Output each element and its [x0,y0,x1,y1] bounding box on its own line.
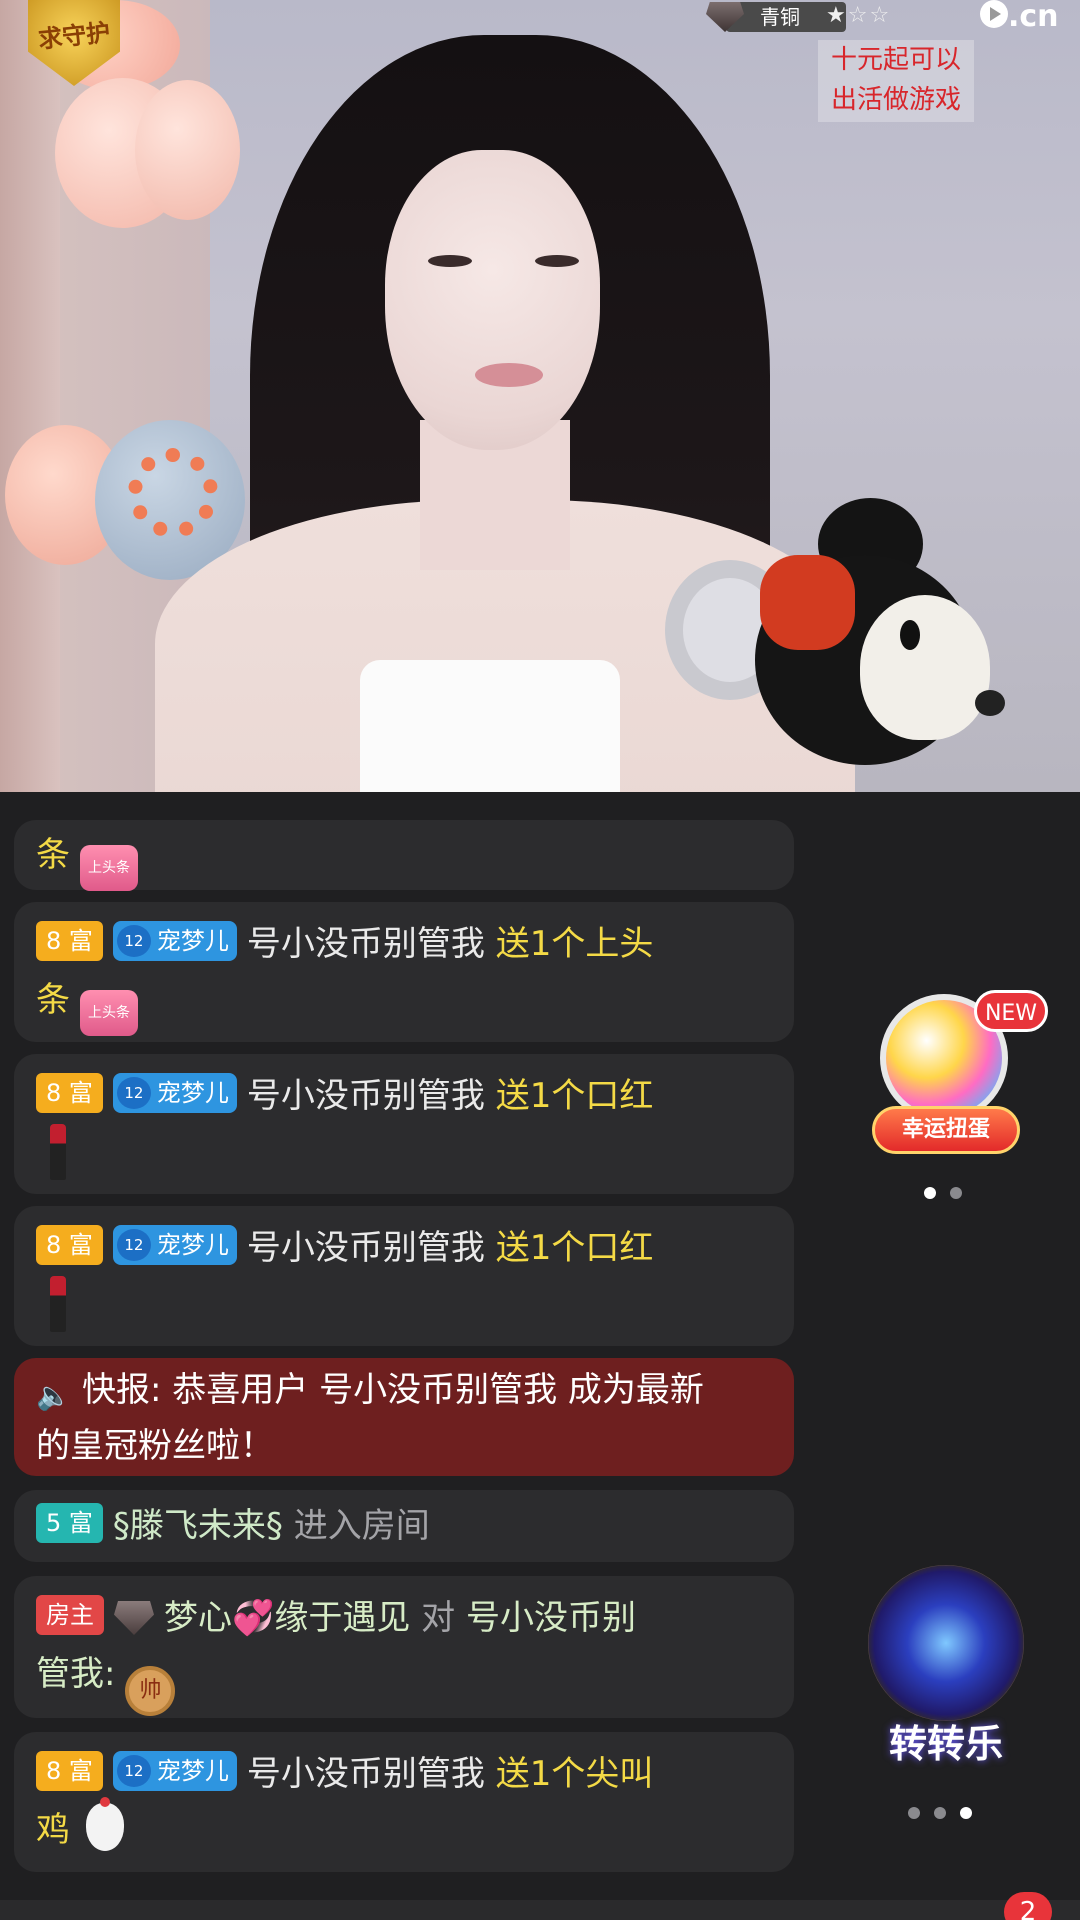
play-logo-icon [980,0,1008,28]
target-user[interactable]: 号小没币别 [466,1598,636,1638]
fan-club-name: 宠梦儿 [156,1231,229,1259]
logo-text: .cn [1008,0,1059,34]
widget-pager[interactable] [908,1804,986,1819]
chess-piece-icon: 帅 [125,1666,176,1716]
flower-decoration [128,448,218,538]
wealth-badge: 8 富 [36,1073,103,1113]
chat-message: 8 富 12 宠梦儿 号小没币别管我 送1个口红 [14,1206,794,1346]
new-badge: NEW [974,990,1048,1032]
pager-dot[interactable] [924,1187,936,1199]
fan-level-heart-icon: 12 [116,1229,151,1261]
chicken-icon [86,1797,124,1851]
wealth-badge: 5 富 [36,1503,103,1543]
system-text: 进入房间 [293,1506,430,1546]
target-user-cont[interactable]: 管我: [36,1654,115,1694]
fan-club-name: 宠梦儿 [156,927,229,955]
message-text: 条 [36,835,70,875]
chat-message: 房主 梦心💞缘于遇见 对 号小没币别 管我: 帅 [14,1576,794,1718]
plush-nose [975,690,1005,716]
bottom-toolbar [0,1900,1080,1920]
chat-message: 5 富 §滕飞未来§ 进入房间 [14,1490,794,1562]
gift-action: 送1个口红 [495,1228,654,1268]
wealth-badge: 8 富 [36,921,103,961]
rank-indicator[interactable]: 青铜 ★☆☆ [706,0,914,36]
promo-line: 十元起可以 [830,45,961,75]
streamer-lips [475,363,543,387]
wheel-icon [868,1565,1024,1721]
video-player[interactable]: 求守护 青铜 ★☆☆ .cn 十元起可以 出活做游戏 [0,0,1080,792]
username[interactable]: §滕飞未来§ [113,1506,283,1546]
sparkle-heart-icon: 💞 [232,1598,275,1638]
username[interactable]: 号小没币别管我 [247,924,485,964]
spin-wheel-widget[interactable]: 转转乐 [862,1555,1030,1766]
fan-level-heart-icon: 12 [116,1077,151,1109]
lucky-egg-widget[interactable]: NEW 幸运扭蛋 [872,990,1048,1170]
pager-dot[interactable] [934,1807,946,1819]
chat-message: 8 富 12 宠梦儿 号小没币别管我 送1个上头 条上头条 [14,902,794,1042]
lipstick-icon [50,1124,66,1180]
rank-badge-icon [114,1601,154,1635]
news-prefix: 快报: [82,1370,162,1410]
plush-bow [760,555,855,650]
username[interactable]: 号小没币别管我 [247,1754,485,1794]
owner-badge: 房主 [36,1595,104,1635]
fan-club-name: 宠梦儿 [156,1079,229,1107]
lipstick-icon [50,1276,66,1332]
headline-gift-icon: 上头条 [80,845,138,891]
speaker-icon: 🔈 [36,1379,71,1412]
username[interactable]: 号小没币别管我 [247,1228,485,1268]
username[interactable]: 号小没币别管我 [247,1076,485,1116]
news-text: 恭喜用户 号小没币别管我 成为最新 [172,1370,704,1410]
verb-text: 对 [421,1598,456,1638]
pager-dot[interactable] [908,1807,920,1819]
gift-action: 送1个尖叫 [495,1754,654,1794]
fan-club-badge: 12 宠梦儿 [112,1225,237,1265]
fan-club-name: 宠梦儿 [156,1757,229,1785]
promo-line: 出活做游戏 [830,85,961,115]
headline-gift-icon: 上头条 [80,990,138,1036]
chat-message: 条上头条 [14,820,794,891]
gift-action: 送1个口红 [495,1076,654,1116]
fan-club-badge: 12 宠梦儿 [112,1751,237,1791]
gift-action-cont: 鸡 [36,1810,70,1850]
pager-dot[interactable] [950,1187,962,1199]
chat-message: 8 富 12 宠梦儿 号小没币别管我 送1个口红 [14,1054,794,1194]
streamer-eye [428,255,472,267]
gift-action-cont: 条 [36,980,70,1020]
streamer-eye [535,255,579,267]
wealth-badge: 8 富 [36,1751,103,1791]
wheel-label: 转转乐 [888,1722,1003,1766]
rank-stars: ★☆☆ [826,3,892,28]
curtain [0,0,60,792]
plush-eye [900,620,920,650]
promo-sign: 十元起可以 出活做游戏 [818,40,974,122]
pager-dot[interactable] [960,1807,972,1819]
username[interactable]: 梦心 [164,1598,232,1638]
plush-face [860,595,990,740]
wealth-badge: 8 富 [36,1225,103,1265]
widget-pager[interactable] [924,1184,976,1199]
watermark-logo: .cn [980,0,1059,34]
fan-level-heart-icon: 12 [116,925,151,957]
news-flash-message: 🔈 快报: 恭喜用户 号小没币别管我 成为最新 的皇冠粉丝啦！ [14,1358,794,1476]
notification-badge[interactable]: 2 [1004,1892,1052,1920]
balloon [135,80,240,220]
fan-club-badge: 12 宠梦儿 [112,1073,237,1113]
chat-list[interactable]: 条上头条 8 富 12 宠梦儿 号小没币别管我 送1个上头 条上头条 8 富 12 宠梦儿… [14,792,794,1920]
fan-level-heart-icon: 12 [116,1755,151,1787]
streamer-top [360,660,620,792]
chat-message: 8 富 12 宠梦儿 号小没币别管我 送1个尖叫 鸡 [14,1732,794,1872]
gift-action: 送1个上头 [495,924,654,964]
news-text-cont: 的皇冠粉丝啦！ [36,1426,274,1466]
streamer-face [385,150,600,450]
live-stream-screen: 求守护 青铜 ★☆☆ .cn 十元起可以 出活做游戏 条上头条 8 富 12 宠梦儿… [0,0,1080,1920]
fan-club-badge: 12 宠梦儿 [112,921,237,961]
username-cont[interactable]: 缘于遇见 [274,1598,410,1638]
lucky-egg-label: 幸运扭蛋 [872,1106,1020,1154]
